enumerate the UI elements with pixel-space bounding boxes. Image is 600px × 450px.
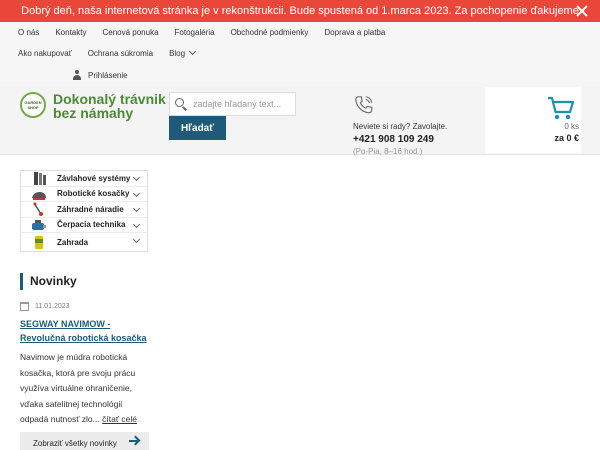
news-date: 11.01.2023 xyxy=(20,302,70,311)
chevron-down-icon[interactable] xyxy=(132,173,141,182)
category-item-zahrada[interactable]: Zahrada xyxy=(21,233,147,251)
nav-link-kontakty[interactable]: Kontakty xyxy=(55,28,86,37)
close-icon[interactable] xyxy=(574,3,590,19)
login-link[interactable]: Prihlásenie xyxy=(72,70,128,80)
read-more-link[interactable]: čítať celé xyxy=(102,414,137,424)
chevron-down-icon[interactable] xyxy=(132,204,141,213)
all-news-label: Zobraziť všetky novinky xyxy=(33,438,117,448)
cart-button[interactable]: 0 ks za 0 € xyxy=(485,87,581,153)
category-label: Záhradné náradie xyxy=(57,204,124,214)
nav-link-o-nas[interactable]: O nás xyxy=(18,28,39,37)
search-button[interactable]: Hľadať xyxy=(169,116,226,140)
contact-question: Neviete si rady? Zavolajte. xyxy=(353,122,448,131)
logo-badge: GARDEN SHOP xyxy=(20,92,46,118)
nav-link-blog[interactable]: Blog xyxy=(169,49,195,58)
sprinkler-icon xyxy=(34,172,46,186)
category-item-cerpacia-technika[interactable]: Čerpacia technika xyxy=(21,218,147,233)
category-label: Čerpacia technika xyxy=(57,220,126,230)
logo-badge-text: GARDEN SHOP xyxy=(24,100,42,110)
category-label: Robotické kosačky xyxy=(57,189,130,199)
contact-block: Neviete si rady? Zavolajte. +421 908 109… xyxy=(353,94,447,156)
user-icon xyxy=(72,70,82,80)
contact-hours: (Po-Pia, 8–16 hod.) xyxy=(353,147,423,156)
phone-icon xyxy=(355,96,373,114)
category-item-zahradne-naradie[interactable]: Záhradné náradie xyxy=(21,202,147,218)
nav-link-fotogaleria[interactable]: Fotogaléria xyxy=(175,28,215,37)
news-date-text: 11.01.2023 xyxy=(35,303,70,310)
nav-link-cenova-ponuka[interactable]: Cenová ponuka xyxy=(102,28,158,37)
garden-tools-icon xyxy=(33,202,43,217)
nav-row-primary: O nás Kontakty Cenová ponuka Fotogaléria… xyxy=(18,28,401,37)
logo-text: Dokonalý trávnik bez námahy xyxy=(53,92,166,120)
category-menu: Závlahové systémy Robotické kosačky Záhr… xyxy=(20,170,148,252)
top-navigation: O nás Kontakty Cenová ponuka Fotogaléria… xyxy=(0,22,600,87)
search-input[interactable] xyxy=(193,99,293,109)
pump-icon xyxy=(32,219,46,230)
category-item-zavlahove-systemy[interactable]: Závlahové systémy xyxy=(21,171,147,187)
chevron-down-icon[interactable] xyxy=(132,235,141,244)
cart-icon xyxy=(548,96,575,120)
nav-row-secondary: Ako nakupovať Ochrana súkromia Blog xyxy=(18,49,211,58)
logo-line-2: bez námahy xyxy=(53,105,134,121)
nav-link-doprava-a-platba[interactable]: Doprava a platba xyxy=(324,28,385,37)
news-heading: Novinky xyxy=(20,273,77,290)
calendar-icon xyxy=(20,302,29,311)
nav-link-ako-nakupovat[interactable]: Ako nakupovať xyxy=(18,49,72,58)
chevron-down-icon[interactable] xyxy=(132,189,141,197)
category-label: Závlahové systémy xyxy=(57,173,131,183)
nav-link-obchodne-podmienky[interactable]: Obchodné podmienky xyxy=(231,28,309,37)
announcement-bar: Dobrý deň, naša internetová stránka je v… xyxy=(0,0,600,22)
robotic-mower-icon xyxy=(32,191,46,200)
garden-product-icon xyxy=(35,236,43,249)
nav-link-ochrana-sukromia[interactable]: Ochrana súkromia xyxy=(88,49,153,58)
cart-total: za 0 € xyxy=(554,133,579,143)
contact-phone[interactable]: +421 908 109 249 xyxy=(353,134,434,145)
category-label: Zahrada xyxy=(57,237,89,247)
news-excerpt: Navimow je múdra robotická kosačka, ktor… xyxy=(20,350,150,428)
login-label: Prihlásenie xyxy=(88,70,128,80)
arrow-right-icon xyxy=(129,440,138,442)
header: GARDEN SHOP Dokonalý trávnik bez námahy … xyxy=(0,87,600,156)
announcement-text: Dobrý deň, naša internetová stránka je v… xyxy=(21,5,579,17)
category-item-roboticke-kosacky[interactable]: Robotické kosačky xyxy=(21,187,147,202)
logo-line-1: Dokonalý trávnik xyxy=(53,91,166,107)
all-news-button[interactable]: Zobraziť všetky novinky xyxy=(20,432,149,450)
search-icon xyxy=(175,98,187,110)
news-title-link[interactable]: SEGWAY NAVIMOW - Revolučná robotická kos… xyxy=(20,317,155,345)
chevron-down-icon[interactable] xyxy=(132,220,141,228)
cart-count: 0 ks xyxy=(564,122,579,131)
search-box xyxy=(169,92,296,116)
site-logo[interactable]: GARDEN SHOP Dokonalý trávnik bez námahy xyxy=(20,92,166,120)
